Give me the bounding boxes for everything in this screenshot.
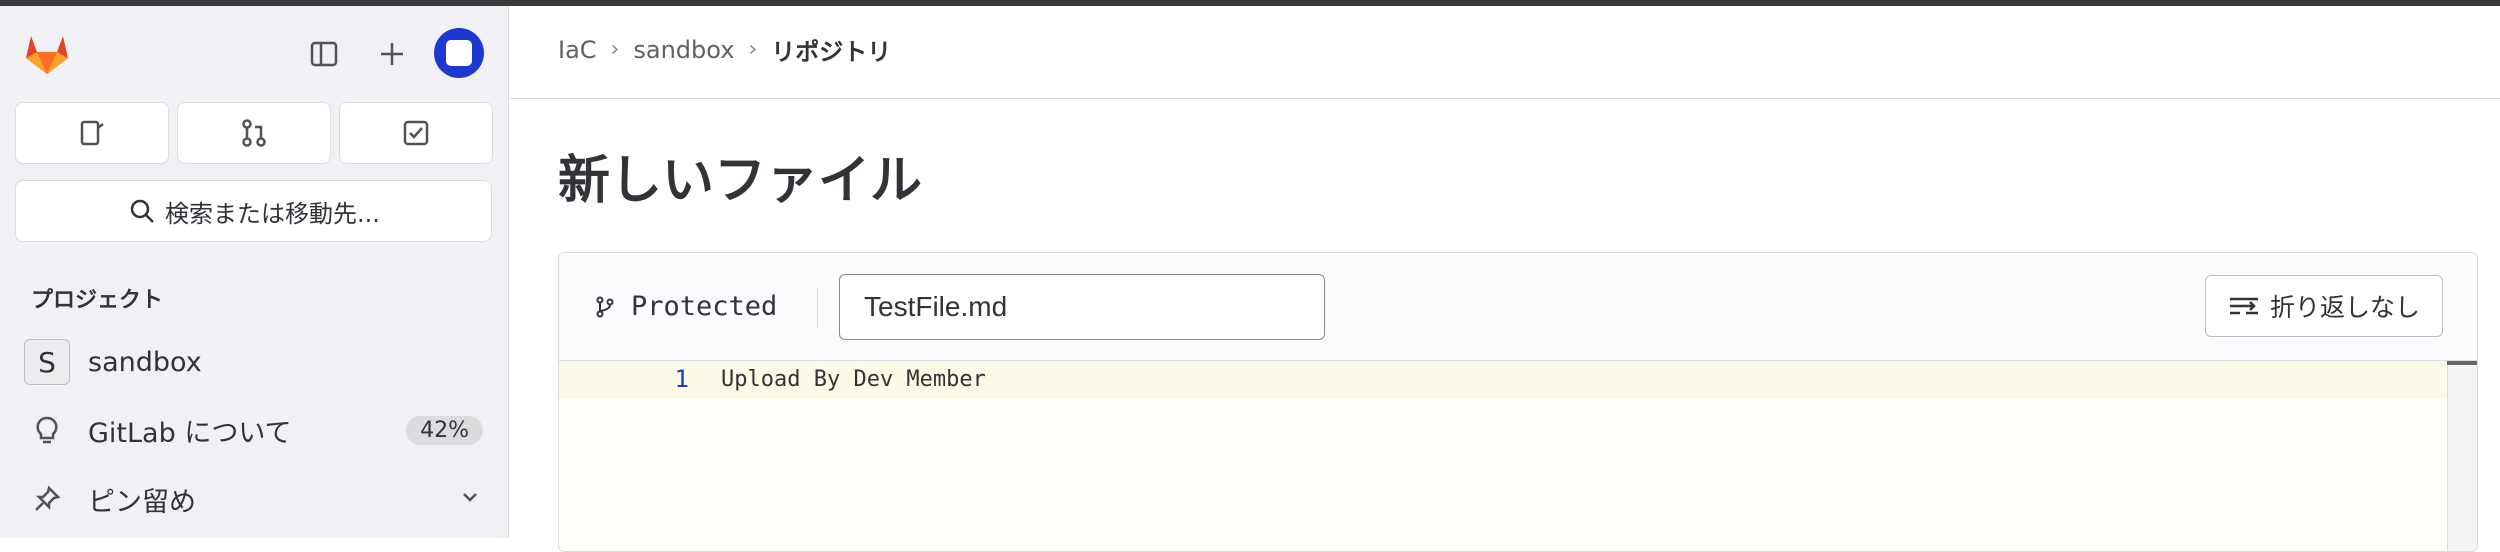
sidebar: 検索または移動先... プロジェクト S sandbox GitLab について… [0, 6, 509, 538]
toggle-sidebar-icon[interactable] [304, 34, 344, 74]
editor-scrollbar[interactable] [2447, 361, 2477, 551]
create-new-plus-icon[interactable] [372, 34, 412, 74]
breadcrumb-item-project[interactable]: sandbox [633, 36, 734, 64]
soft-wrap-toggle-button[interactable]: 折り返しなし [2204, 275, 2443, 337]
issues-icon [80, 120, 104, 146]
code-editor-area[interactable]: 1 Upload By Dev Member [559, 361, 2477, 551]
chevron-right-icon: › [748, 37, 758, 62]
todo-button[interactable] [339, 102, 493, 164]
search-button-label: 検索または移動先... [165, 199, 380, 228]
sidebar-section-title: プロジェクト [31, 288, 164, 313]
soft-wrap-label: 折り返しなし [2269, 293, 2420, 322]
editor-header: Protected 折り返しなし [559, 253, 2477, 361]
page-title: 新しいファイル [558, 151, 923, 211]
search-icon [130, 199, 154, 223]
user-avatar[interactable] [434, 28, 484, 78]
sidebar-item-about-gitlab[interactable]: GitLab について 42% [0, 399, 509, 461]
sidebar-item-label: sandbox [88, 346, 202, 378]
todo-check-icon [403, 120, 429, 146]
chevron-right-icon: › [610, 37, 620, 62]
merge-request-icon [242, 119, 266, 147]
line-number: 1 [674, 365, 689, 393]
lightbulb-icon [24, 407, 70, 453]
scrollbar-thumb[interactable] [2447, 361, 2477, 365]
sidebar-item-pinned[interactable]: ピン留め [0, 468, 509, 530]
project-avatar: S [24, 339, 70, 385]
progress-badge: 42% [406, 415, 483, 445]
filename-input[interactable] [839, 274, 1325, 340]
branch-name: Protected [631, 291, 778, 322]
code-line-text[interactable]: Upload By Dev Member [721, 367, 986, 392]
header-separator [817, 287, 818, 329]
branch-icon [596, 296, 614, 317]
header-divider [510, 98, 2500, 99]
pin-icon [24, 476, 70, 522]
sidebar-item-project[interactable]: S sandbox [0, 331, 509, 393]
no-wrap-icon [2229, 297, 2258, 315]
branch-indicator: Protected [593, 291, 777, 322]
breadcrumb-current[interactable]: リポジトリ [771, 32, 891, 67]
file-editor: Protected 折り返しなし 1 Upload By Dev Member [558, 252, 2478, 552]
sidebar-item-label: GitLab について [88, 417, 292, 449]
chevron-down-icon [459, 484, 481, 515]
search-button[interactable]: 検索または移動先... [15, 180, 492, 242]
issues-button[interactable] [15, 102, 169, 164]
code-line[interactable]: 1 Upload By Dev Member [559, 361, 2449, 399]
gitlab-logo-icon[interactable] [22, 28, 72, 78]
sidebar-item-label: ピン留め [88, 486, 196, 518]
breadcrumb: IaC › sandbox › リポジトリ [558, 32, 891, 67]
merge-requests-button[interactable] [177, 102, 331, 164]
breadcrumb-item-group[interactable]: IaC [558, 36, 597, 64]
